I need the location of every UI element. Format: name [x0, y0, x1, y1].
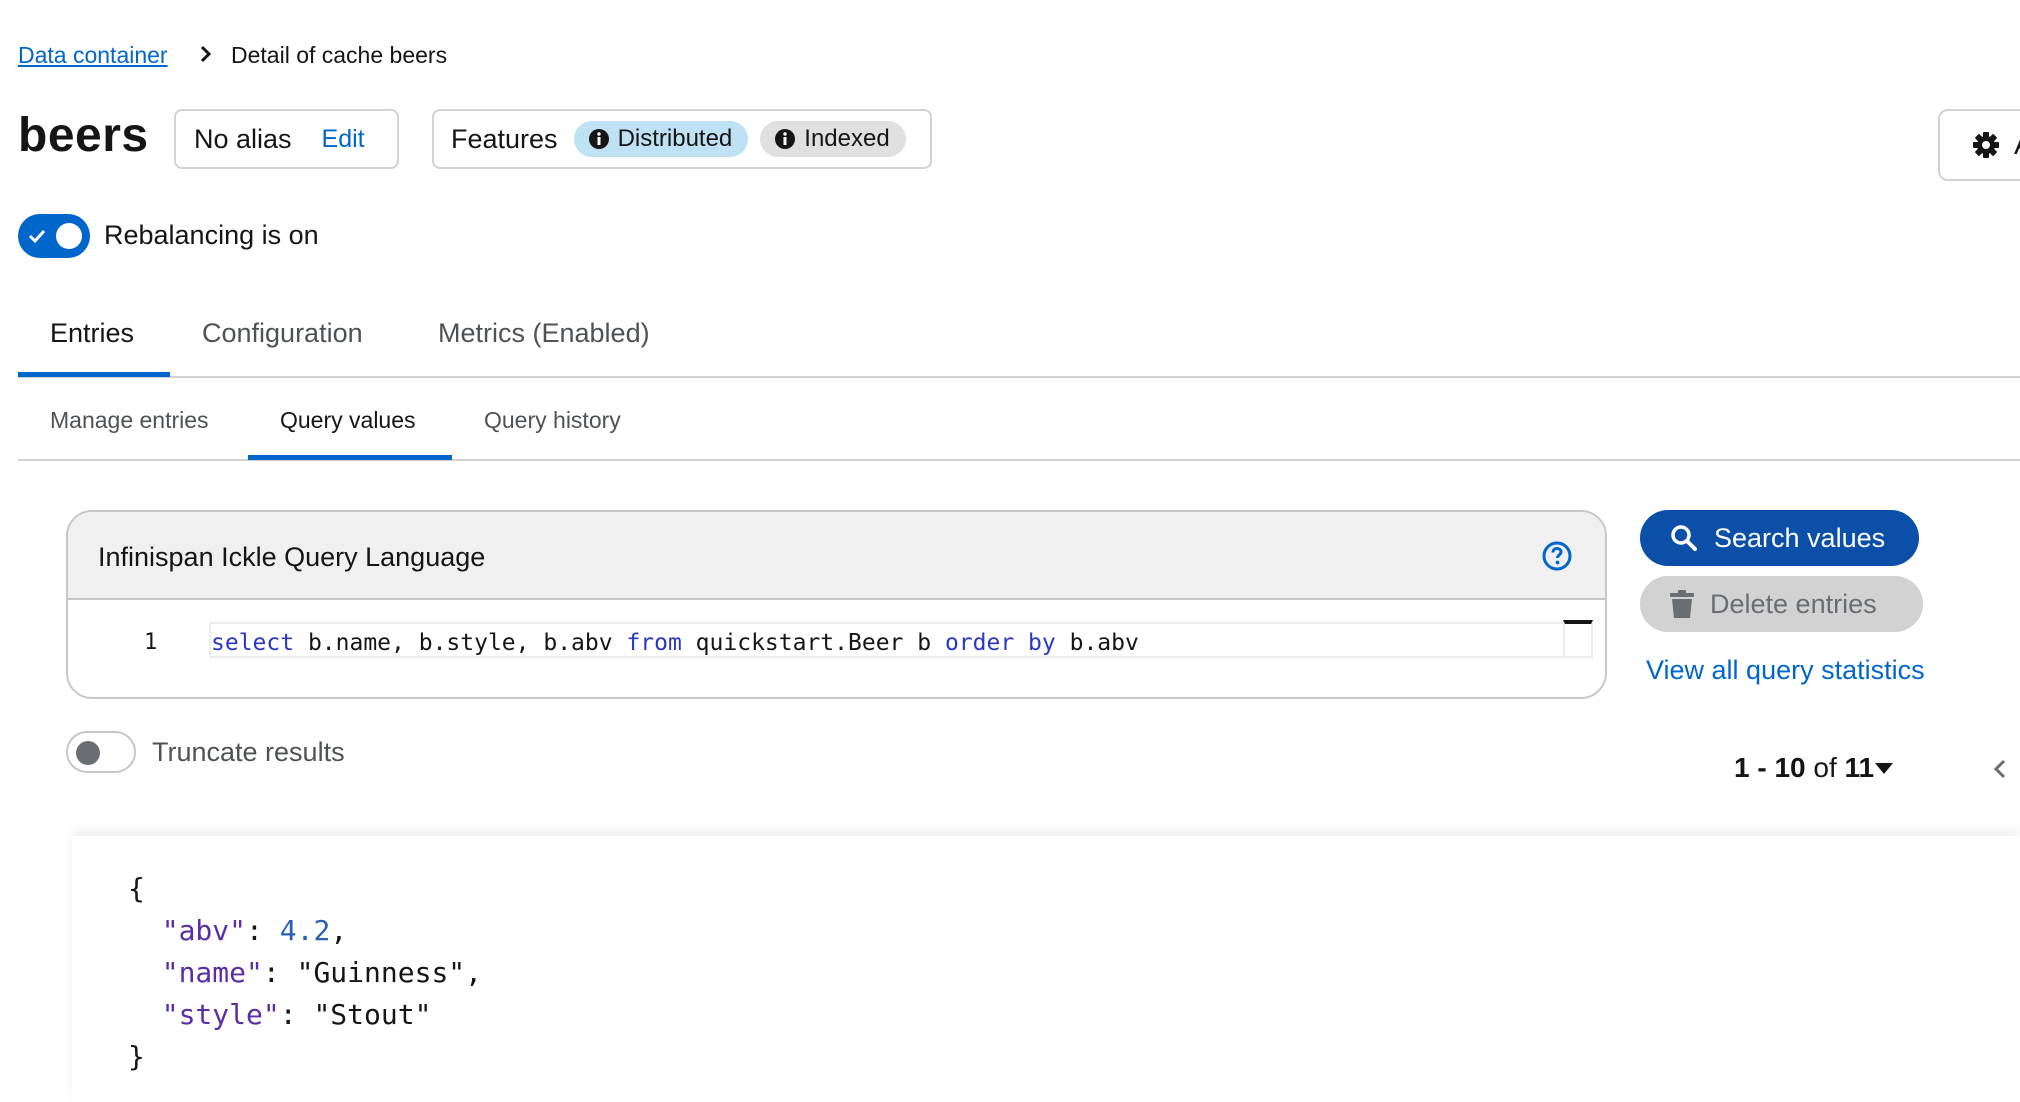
- features-box: Features Distributed Indexed: [432, 109, 932, 169]
- active-tab-indicator: [18, 372, 170, 377]
- active-subtab-indicator: [248, 455, 452, 460]
- query-text: [1014, 630, 1028, 656]
- pagination-range: 1 - 10: [1734, 752, 1806, 783]
- json-value-abv: 4.2: [279, 914, 331, 947]
- tab-metrics[interactable]: Metrics (Enabled): [438, 318, 650, 349]
- entries-subtabs: Manage entries Query values Query histor…: [18, 395, 2020, 461]
- subtab-manage-entries[interactable]: Manage entries: [50, 407, 209, 434]
- editor-scrollbar[interactable]: [1563, 620, 1593, 658]
- json-brace: }: [128, 1040, 145, 1073]
- json-key-name: "name": [161, 956, 263, 989]
- view-query-statistics-link[interactable]: View all query statistics: [1646, 655, 1925, 686]
- help-circle-icon[interactable]: [1541, 540, 1573, 572]
- subtab-query-values[interactable]: Query values: [280, 407, 416, 434]
- cache-tabs: Entries Configuration Metrics (Enabled): [18, 305, 2020, 378]
- rebalancing-toggle[interactable]: [18, 214, 90, 258]
- page-title: beers: [18, 109, 149, 162]
- query-editor-header: Infinispan Ickle Query Language: [68, 512, 1605, 600]
- pagination-of: of: [1813, 752, 1837, 783]
- json-brace: {: [128, 872, 145, 905]
- rebalancing-label: Rebalancing is on: [104, 220, 319, 250]
- alias-edit-button[interactable]: Edit: [322, 125, 365, 154]
- delete-entries-label: Delete entries: [1710, 588, 1877, 619]
- chevron-right-icon: [200, 45, 212, 63]
- features-label: Features: [451, 123, 558, 154]
- truncate-results-label: Truncate results: [152, 737, 345, 767]
- feature-chip-label: Indexed: [804, 125, 890, 152]
- query-keyword: by: [1028, 630, 1056, 656]
- query-text: b.abv: [1055, 630, 1139, 656]
- line-number: 1: [144, 630, 158, 655]
- pagination-total: 11: [1844, 752, 1875, 783]
- query-editor-title: Infinispan Ickle Query Language: [98, 542, 486, 572]
- query-text: quickstart.Beer b: [681, 630, 945, 656]
- chevron-left-icon[interactable]: [1992, 758, 2008, 780]
- json-key-abv: "abv": [161, 914, 247, 947]
- json-value-style: "Stout": [313, 998, 432, 1031]
- info-circle-icon: [775, 129, 796, 149]
- alias-box: No alias Edit: [174, 109, 399, 169]
- caret-down-icon[interactable]: [1873, 758, 1895, 778]
- gear-icon: [1973, 132, 1999, 158]
- trash-icon: [1670, 590, 1694, 618]
- cache-actions-label: A: [2014, 129, 2020, 161]
- cache-actions-button[interactable]: A: [1938, 109, 2020, 181]
- toggle-knob: [56, 223, 82, 249]
- info-circle-icon: [588, 129, 609, 149]
- query-result-card: { "abv": 4.2, "name": "Guinness", "style…: [72, 836, 2020, 1102]
- delete-entries-button[interactable]: Delete entries: [1640, 576, 1923, 632]
- result-json: { "abv": 4.2, "name": "Guinness", "style…: [128, 872, 483, 1073]
- search-values-button[interactable]: Search values: [1640, 510, 1919, 566]
- breadcrumb-current: Detail of cache beers: [231, 42, 448, 68]
- query-keyword: select: [211, 630, 295, 656]
- subtab-query-history[interactable]: Query history: [484, 407, 621, 434]
- query-keyword: from: [626, 630, 682, 656]
- search-values-label: Search values: [1714, 522, 1886, 553]
- tab-configuration[interactable]: Configuration: [202, 318, 363, 349]
- query-text: b.name, b.style, b.abv: [294, 630, 627, 656]
- feature-chip-indexed: Indexed: [760, 121, 906, 157]
- truncate-results-toggle[interactable]: [66, 731, 136, 773]
- json-value-name: "Guinness": [296, 956, 466, 989]
- query-editor-body[interactable]: 1 select b.name, b.style, b.abv from qui…: [68, 600, 1605, 697]
- query-keyword: order: [944, 630, 1015, 656]
- search-icon: [1671, 525, 1697, 551]
- check-icon: [28, 229, 46, 244]
- alias-text: No alias: [194, 123, 292, 154]
- query-code-line[interactable]: select b.name, b.style, b.abv from quick…: [209, 622, 1585, 658]
- feature-chip-label: Distributed: [617, 125, 733, 152]
- pagination-toggle[interactable]: 1 - 10 of 11: [1734, 752, 1874, 784]
- json-key-style: "style": [161, 998, 280, 1031]
- tab-entries[interactable]: Entries: [50, 318, 134, 349]
- toggle-knob: [76, 741, 100, 765]
- query-editor: Infinispan Ickle Query Language 1 select…: [66, 510, 1607, 699]
- feature-chip-distributed: Distributed: [573, 121, 749, 157]
- breadcrumb-link-data-container[interactable]: Data container: [18, 42, 168, 69]
